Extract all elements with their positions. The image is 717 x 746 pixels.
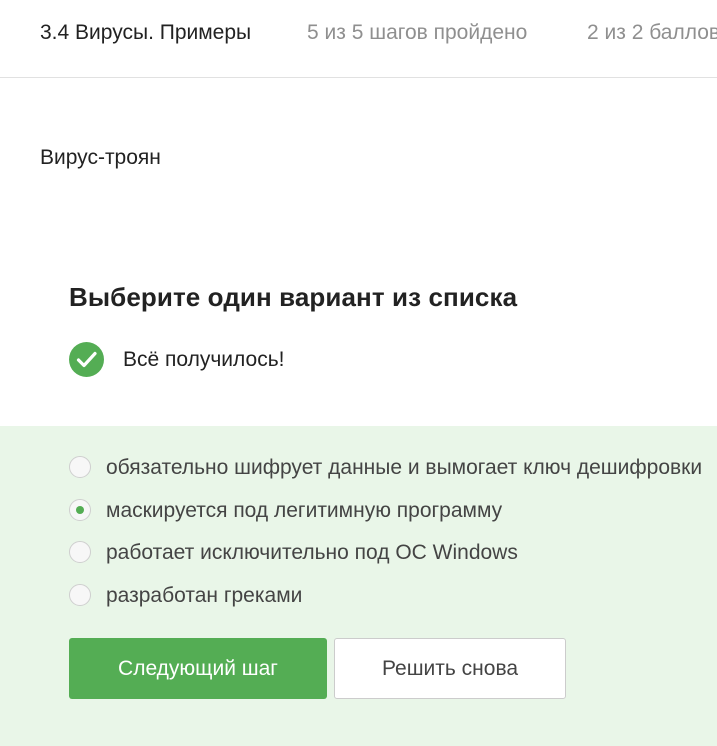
- feedback-text: Всё получилось!: [123, 348, 285, 371]
- answer-label: обязательно шифрует данные и вымогает кл…: [106, 456, 703, 479]
- check-circle-icon: [69, 342, 104, 377]
- radio-button[interactable]: [69, 541, 91, 563]
- lesson-title[interactable]: 3.4 Вирусы. Примеры: [40, 19, 251, 47]
- answer-label: разработан греками: [106, 584, 303, 607]
- next-step-button[interactable]: Следующий шаг: [69, 638, 327, 699]
- lesson-header: 3.4 Вирусы. Примеры 5 из 5 шагов пройден…: [0, 0, 717, 78]
- radio-button[interactable]: [69, 456, 91, 478]
- score-progress: 2 из 2 баллов: [587, 21, 717, 44]
- quiz-heading: Выберите один вариант из списка: [69, 282, 518, 312]
- retry-button[interactable]: Решить снова: [334, 638, 566, 699]
- step-text: Вирус-троян: [40, 146, 161, 169]
- radio-button-selected[interactable]: [69, 499, 91, 521]
- answer-label: работает исключительно под ОС Windows: [106, 541, 518, 564]
- radio-button[interactable]: [69, 584, 91, 606]
- answer-panel: обязательно шифрует данные и вымогает кл…: [0, 426, 717, 746]
- step-progress: 5 из 5 шагов пройдено: [307, 21, 528, 44]
- answer-label: маскируется под легитимную программу: [106, 499, 503, 522]
